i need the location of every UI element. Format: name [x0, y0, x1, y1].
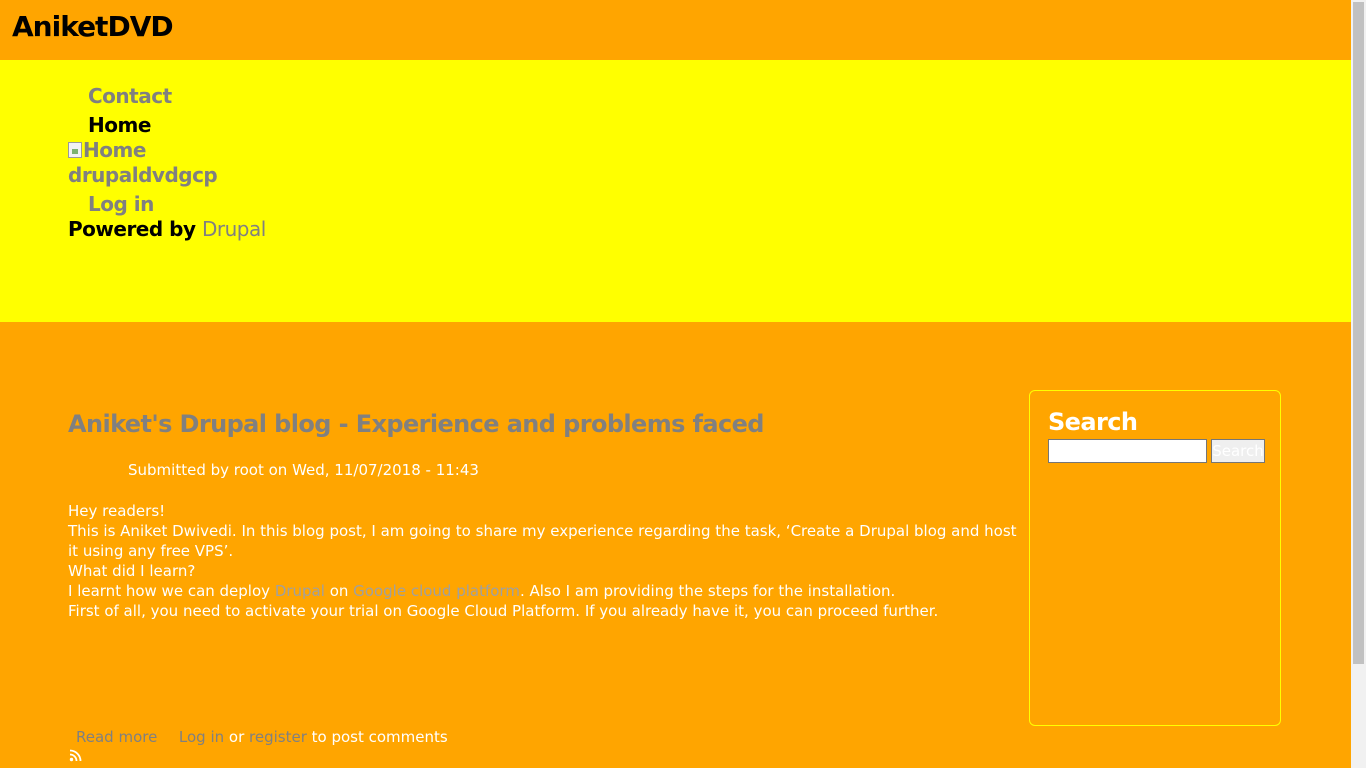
article-paragraph: I learnt how we can deploy Drupal on Goo… — [68, 581, 1018, 601]
nav-home-link[interactable]: Home — [88, 113, 151, 137]
register-link[interactable]: register — [249, 728, 307, 746]
page: AniketDVD Contact Home Home drupaldvdgcp… — [0, 0, 1351, 768]
paragraph-text: on — [324, 582, 354, 600]
search-block-title: Search — [1048, 408, 1138, 436]
scrollbar-thumb[interactable] — [1353, 2, 1364, 664]
vertical-scrollbar[interactable] — [1351, 0, 1366, 768]
site-logo-link[interactable]: Home — [68, 138, 146, 162]
article-links: Read more Log in or register to post com… — [76, 728, 448, 746]
search-input[interactable] — [1048, 439, 1207, 463]
site-name-link[interactable]: AniketDVD — [12, 10, 174, 43]
article-submitted-info: Submitted by root on Wed, 11/07/2018 - 1… — [128, 461, 479, 479]
article-paragraph: Hey readers! — [68, 502, 166, 520]
article-paragraph: What did I learn? — [68, 562, 196, 580]
powered-by-text: Powered by — [68, 217, 196, 241]
powered-by: Powered by Drupal — [68, 217, 266, 241]
article-body: Hey readers! This is Aniket Dwivedi. In … — [68, 501, 1018, 621]
search-button[interactable]: Search — [1211, 439, 1265, 463]
nav-login-link[interactable]: Log in — [88, 192, 154, 216]
paragraph-text: . Also I am providing the steps for the … — [519, 582, 896, 600]
google-cloud-link[interactable]: Google cloud platform — [353, 582, 520, 600]
or-text: or — [224, 728, 250, 746]
article-paragraph: First of all, you need to activate your … — [68, 602, 939, 620]
rss-feed-icon[interactable] — [69, 749, 82, 762]
site-logo-alt-text: Home — [83, 138, 146, 162]
comment-login-link[interactable]: Log in — [179, 728, 224, 746]
navigation-region: Contact Home Home drupaldvdgcp Log in Po… — [0, 60, 1351, 322]
paragraph-text: I learnt how we can deploy — [68, 582, 275, 600]
search-block: Search Search — [1029, 390, 1281, 726]
drupal-body-link[interactable]: Drupal — [275, 582, 325, 600]
drupal-link[interactable]: Drupal — [202, 217, 266, 241]
site-name-secondary-link[interactable]: drupaldvdgcp — [68, 163, 218, 187]
article-paragraph: This is Aniket Dwivedi. In this blog pos… — [68, 522, 1017, 560]
read-more-link[interactable]: Read more — [76, 728, 157, 746]
nav-contact-link[interactable]: Contact — [88, 84, 172, 108]
post-comments-text: to post comments — [306, 728, 448, 746]
site-header: AniketDVD — [0, 0, 1351, 60]
broken-image-icon — [68, 142, 82, 158]
article-title-link[interactable]: Aniket's Drupal blog - Experience and pr… — [68, 410, 764, 438]
